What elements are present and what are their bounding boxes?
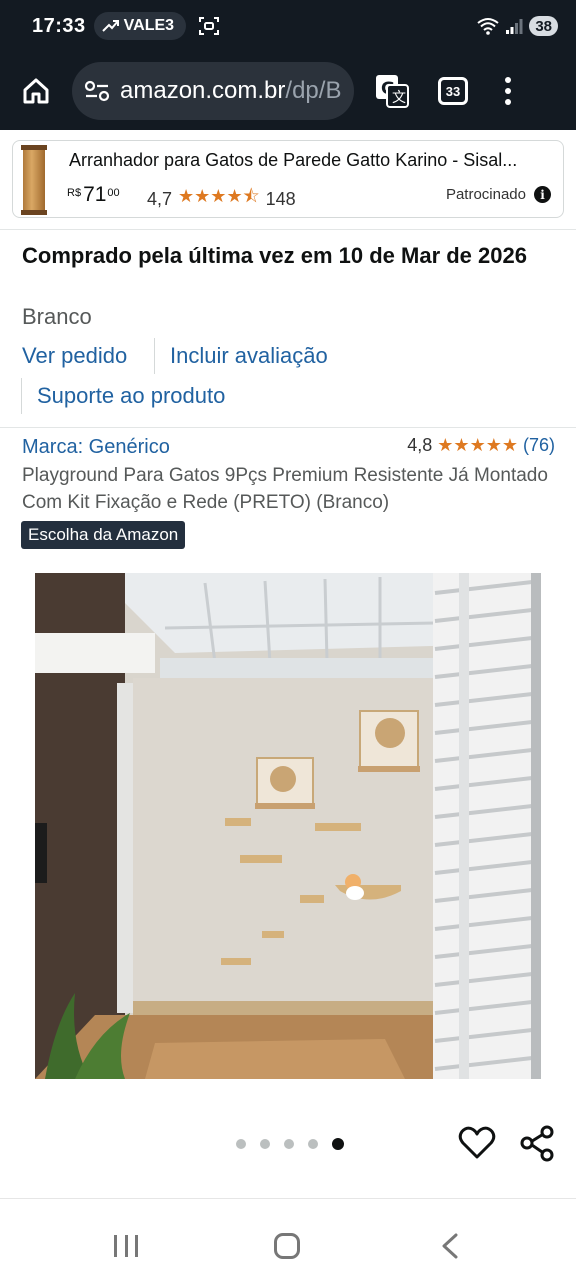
ad-product-thumbnail (21, 145, 47, 215)
ad-review-count: 148 (265, 188, 296, 209)
home-nav-button[interactable] (274, 1233, 300, 1259)
menu-dot-icon (505, 99, 511, 105)
product-image[interactable] (35, 573, 541, 1079)
battery-indicator: 38 (529, 16, 558, 36)
ad-rating-value: 4,7 (147, 188, 173, 209)
sponsored-label[interactable]: Patrocinado i (446, 186, 551, 203)
url-text: amazon.com.br/dp/B (120, 77, 341, 105)
purchased-variant: Branco (22, 304, 92, 329)
svg-text:文: 文 (392, 90, 406, 106)
status-bar: 17:33 VALE3 38 (0, 0, 576, 52)
recent-apps-icon (135, 1235, 138, 1257)
carousel-dot-active[interactable] (332, 1138, 344, 1150)
menu-dot-icon (505, 88, 511, 94)
view-order-link[interactable]: Ver pedido (22, 343, 127, 369)
translate-icon: G 文 (376, 75, 409, 108)
stock-ticker-chip: VALE3 (93, 12, 187, 40)
ad-price-cents: 00 (107, 187, 120, 199)
product-rating-value: 4,8 (407, 435, 433, 455)
write-review-link[interactable]: Incluir avaliação (170, 343, 328, 369)
translate-button[interactable]: G 文 (372, 71, 412, 111)
home-icon (23, 78, 49, 104)
url-path: /dp/B (285, 77, 342, 104)
recent-apps-button[interactable] (114, 1235, 138, 1257)
address-bar[interactable]: amazon.com.br/dp/B (72, 62, 354, 120)
brand-link[interactable]: Marca: Genérico (22, 436, 170, 459)
system-navigation-bar (0, 1198, 576, 1280)
more-options-button[interactable] (498, 71, 518, 111)
info-icon[interactable]: i (534, 186, 551, 203)
ad-price-currency: R$ (67, 187, 82, 199)
ad-rating: 4,7 ★★★★⯪ 148 (147, 184, 296, 214)
product-review-count[interactable]: (76) (523, 435, 555, 456)
image-carousel-dots[interactable] (236, 1138, 344, 1150)
signal-icon (506, 19, 523, 34)
browser-home-button[interactable] (12, 67, 60, 115)
product-star-rating-icon: ★★★★★ (437, 435, 518, 455)
carousel-dot[interactable] (284, 1139, 294, 1149)
tab-switcher-button[interactable]: 33 (438, 77, 468, 105)
product-rating[interactable]: 4,8 ★★★★★ (76) (407, 435, 555, 456)
trending-up-icon (101, 20, 119, 32)
link-separator (21, 378, 22, 414)
site-settings-icon[interactable] (84, 80, 110, 102)
back-nav-icon[interactable] (438, 1233, 462, 1259)
url-domain: amazon.com.br (120, 77, 286, 104)
amazon-choice-badge: Escolha da Amazon (21, 521, 186, 549)
wifi-icon (477, 18, 499, 35)
divider (0, 229, 576, 230)
wishlist-heart-icon[interactable] (458, 1124, 496, 1162)
ad-price: R$ 71 00 (67, 183, 120, 207)
product-title: Playground Para Gatos 9Pçs Premium Resis… (22, 465, 548, 513)
menu-dot-icon (505, 77, 511, 83)
recent-apps-icon (114, 1235, 117, 1257)
link-separator (154, 338, 155, 374)
carousel-dot[interactable] (260, 1139, 270, 1149)
sponsored-ad-card[interactable]: Arranhador para Gatos de Parede Gatto Ka… (12, 140, 564, 218)
last-purchased-heading: Comprado pela última vez em 10 de Mar de… (22, 243, 527, 268)
share-icon[interactable] (518, 1124, 556, 1162)
sponsored-text: Patrocinado (445, 186, 526, 203)
ad-price-whole: 71 (83, 183, 107, 206)
screen-record-icon (199, 17, 220, 35)
product-photo (35, 573, 541, 1079)
browser-toolbar: amazon.com.br/dp/B G 文 33 (0, 52, 576, 130)
divider (0, 427, 576, 428)
product-support-link[interactable]: Suporte ao produto (37, 383, 225, 409)
status-time: 17:33 (32, 14, 86, 37)
carousel-dot[interactable] (308, 1139, 318, 1149)
ad-star-rating-icon: ★★★★⯪ (178, 186, 260, 206)
recent-apps-icon (124, 1235, 128, 1257)
ad-title: Arranhador para Gatos de Parede Gatto Ka… (69, 150, 518, 170)
stock-ticker-label: VALE3 (123, 17, 175, 34)
carousel-dot[interactable] (236, 1139, 246, 1149)
